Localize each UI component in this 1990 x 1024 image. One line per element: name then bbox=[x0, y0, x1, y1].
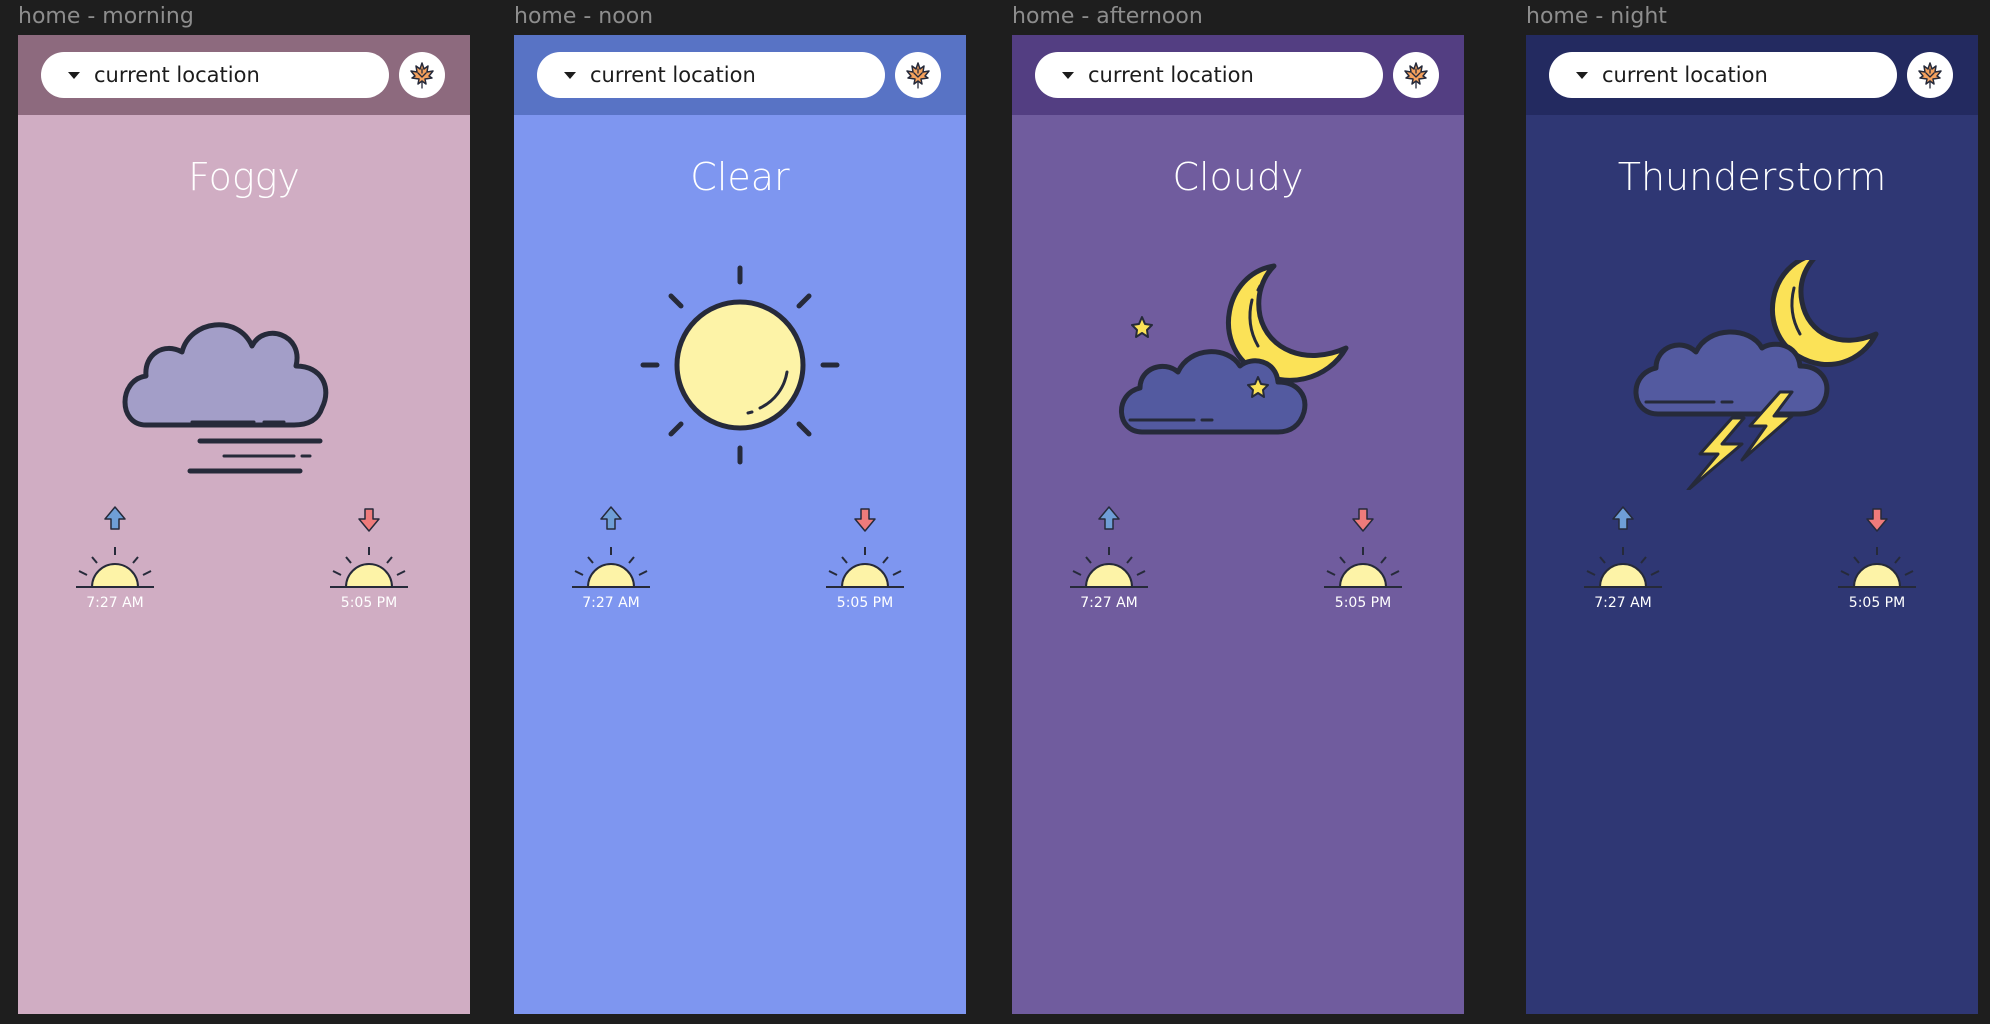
frame-label: home - noon bbox=[514, 4, 654, 29]
top-bar: current location bbox=[18, 35, 470, 115]
maple-leaf-icon bbox=[410, 62, 434, 89]
weather-screen: current location Cloudy 7:27 AM 5:05 PM bbox=[1012, 35, 1464, 1014]
sunrise-time: 7:27 AM bbox=[582, 595, 640, 611]
season-leaf-button[interactable] bbox=[399, 52, 445, 98]
sun-icon bbox=[610, 260, 870, 490]
sunrise-block: 7:27 AM bbox=[1578, 505, 1668, 615]
top-bar: current location bbox=[1012, 35, 1464, 115]
sunrise-icon bbox=[572, 506, 650, 588]
caret-down-icon bbox=[1576, 72, 1588, 79]
sunrise-icon bbox=[1070, 506, 1148, 588]
sunset-time: 5:05 PM bbox=[340, 595, 398, 611]
sunset-time: 5:05 PM bbox=[1334, 595, 1392, 611]
season-leaf-button[interactable] bbox=[1393, 52, 1439, 98]
screen-morning: home - morning current location Foggy 7:… bbox=[18, 0, 470, 1024]
screen-afternoon: home - afternoon current location Cloudy bbox=[1012, 0, 1464, 1024]
weather-condition: Thunderstorm bbox=[1617, 155, 1887, 199]
top-bar: current location bbox=[514, 35, 966, 115]
cloud-moon-icon bbox=[1108, 260, 1368, 490]
caret-down-icon bbox=[1062, 72, 1074, 79]
frame-label: home - morning bbox=[18, 4, 194, 29]
sunrise-icon bbox=[1584, 506, 1662, 588]
location-label: current location bbox=[1602, 63, 1768, 87]
season-leaf-button[interactable] bbox=[1907, 52, 1953, 98]
location-dropdown[interactable]: current location bbox=[537, 52, 885, 98]
location-label: current location bbox=[590, 63, 756, 87]
sunset-time: 5:05 PM bbox=[1848, 595, 1906, 611]
weather-screen: current location Foggy 7:27 AM 5:05 PM bbox=[18, 35, 470, 1014]
sunset-icon bbox=[1838, 508, 1916, 588]
fog-cloud-icon bbox=[114, 260, 374, 490]
caret-down-icon bbox=[68, 72, 80, 79]
frame-label: home - night bbox=[1526, 4, 1667, 29]
sunset-block: 5:05 PM bbox=[1318, 505, 1408, 615]
sunrise-time: 7:27 AM bbox=[1594, 595, 1652, 611]
location-dropdown[interactable]: current location bbox=[1035, 52, 1383, 98]
location-label: current location bbox=[94, 63, 260, 87]
sunset-icon bbox=[330, 508, 408, 588]
sunrise-block: 7:27 AM bbox=[70, 505, 160, 615]
maple-leaf-icon bbox=[906, 62, 930, 89]
sunset-block: 5:05 PM bbox=[324, 505, 414, 615]
caret-down-icon bbox=[564, 72, 576, 79]
maple-leaf-icon bbox=[1404, 62, 1428, 89]
sunset-block: 5:05 PM bbox=[1832, 505, 1922, 615]
sunrise-block: 7:27 AM bbox=[566, 505, 656, 615]
sunrise-time: 7:27 AM bbox=[86, 595, 144, 611]
screen-noon: home - noon current location Clear 7:27 … bbox=[514, 0, 966, 1024]
sunset-icon bbox=[826, 508, 904, 588]
location-dropdown[interactable]: current location bbox=[1549, 52, 1897, 98]
top-bar: current location bbox=[1526, 35, 1978, 115]
thunderstorm-moon-icon bbox=[1622, 251, 1882, 492]
location-label: current location bbox=[1088, 63, 1254, 87]
sunrise-icon bbox=[76, 506, 154, 588]
sunset-icon bbox=[1324, 508, 1402, 588]
location-dropdown[interactable]: current location bbox=[41, 52, 389, 98]
maple-leaf-icon bbox=[1918, 62, 1942, 89]
weather-condition: Clear bbox=[690, 155, 790, 199]
weather-screen: current location Thunderstorm 7:27 AM 5:… bbox=[1526, 35, 1978, 1014]
frame-label: home - afternoon bbox=[1012, 4, 1203, 29]
sunrise-block: 7:27 AM bbox=[1064, 505, 1154, 615]
sunset-block: 5:05 PM bbox=[820, 505, 910, 615]
weather-condition: Cloudy bbox=[1172, 155, 1304, 199]
sunset-time: 5:05 PM bbox=[836, 595, 894, 611]
weather-condition: Foggy bbox=[188, 155, 300, 199]
sunrise-time: 7:27 AM bbox=[1080, 595, 1138, 611]
season-leaf-button[interactable] bbox=[895, 52, 941, 98]
screen-night: home - night current location Thundersto… bbox=[1526, 0, 1978, 1024]
weather-screen: current location Clear 7:27 AM 5:05 PM bbox=[514, 35, 966, 1014]
